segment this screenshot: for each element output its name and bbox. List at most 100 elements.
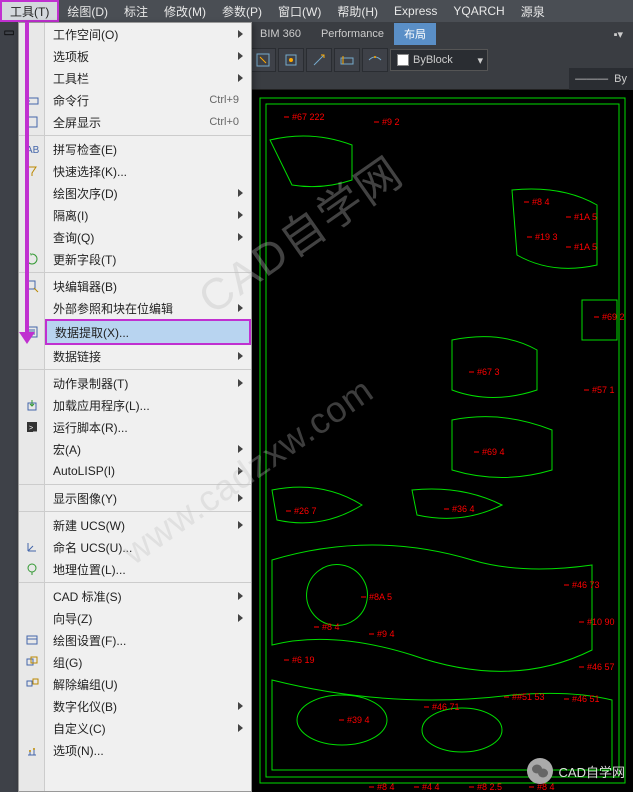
menu-item-label: 块编辑器(B) [53,278,117,295]
menu-item-label: 工作空间(O) [53,26,118,43]
byblock-label: ByBlock [413,54,453,66]
menu-item-icon [19,275,44,297]
menu-draw[interactable]: 绘图(D) [59,0,116,22]
menu-item[interactable]: 查询(Q) [45,226,251,248]
menu-item-label: 选项板 [53,48,89,65]
menu-item[interactable]: 动作录制器(T) [45,372,251,394]
menu-item-icon [19,460,44,482]
chevron-right-icon [238,304,243,312]
canvas-label: #39 4 [347,715,370,725]
menu-item-label: 全屏显示 [53,114,101,131]
menu-item[interactable]: 全屏显示Ctrl+0 [45,111,251,133]
menu-item-label: 运行脚本(R)... [53,419,128,436]
menu-item-icon [19,558,44,580]
menu-item[interactable]: 自定义(C) [45,717,251,739]
menu-item[interactable]: 快速选择(K)... [45,160,251,182]
menu-dimension[interactable]: 标注 [116,0,156,22]
menu-item[interactable]: 命名 UCS(U)... [45,536,251,558]
chevron-right-icon [238,352,243,360]
menu-item[interactable]: 地理位置(L)... [45,558,251,580]
menu-item[interactable]: 数据提取(X)... [45,319,251,345]
tools-dropdown: ABC>_ 工作空间(O)选项板工具栏命令行Ctrl+9全屏显示Ctrl+0拼写… [18,22,252,792]
menu-item-label: 向导(Z) [53,610,92,627]
menu-item[interactable]: 工作空间(O) [45,23,251,45]
canvas-label: #1A 5 [574,212,597,222]
menu-item-icon [19,160,44,182]
menu-item[interactable]: 数据链接 [45,345,251,367]
tab-layout[interactable]: 布局 [394,23,436,45]
menu-item-label: 动作录制器(T) [53,375,128,392]
menu-item[interactable]: 命令行Ctrl+9 [45,89,251,111]
color-byblock[interactable]: ByBlock ▾ [390,49,488,71]
menu-item-icon [19,514,44,536]
menu-item[interactable]: CAD 标准(S) [45,585,251,607]
menu-item[interactable]: 块编辑器(B) [45,275,251,297]
ribbon-btn-3[interactable] [306,48,332,72]
menu-item-icon [19,673,44,695]
menu-item[interactable]: 向导(Z) [45,607,251,629]
dropdown-items: 工作空间(O) 选项板工具栏命令行Ctrl+9全屏显示Ctrl+0 拼写检查(E) 快… [45,23,251,791]
menu-item[interactable]: 更新字段(T) [45,248,251,270]
menu-item[interactable]: 显示图像(Y) [45,487,251,509]
menu-item[interactable]: 数字化仪(B) [45,695,251,717]
tab-bim360[interactable]: BIM 360 [250,23,311,45]
menu-tools[interactable]: 工具(T) [0,0,59,22]
menu-item[interactable]: 工具栏 [45,67,251,89]
menu-item-label: AutoLISP(I) [53,464,115,478]
menu-item-label: 拼写检查(E) [53,141,117,158]
ribbon-btn-5[interactable] [362,48,388,72]
drawing-canvas[interactable]: #67 222#9 2#8 4#1A 5#19 3#1A 5#69 2#67 3… [252,90,633,792]
menu-item-icon [19,607,44,629]
menu-item-label: 命名 UCS(U)... [53,539,132,556]
menu-item[interactable]: 宏(A) [45,438,251,460]
menu-item[interactable]: 绘图次序(D) [45,182,251,204]
canvas-label: #19 3 [535,232,558,242]
menu-yuanquan[interactable]: 源泉 [513,0,553,22]
menu-item-icon [19,717,44,739]
tab-config-icon[interactable]: ▪▾ [604,23,633,45]
menu-item-label: CAD 标准(S) [53,588,122,605]
menu-express[interactable]: Express [386,0,445,22]
chevron-right-icon [238,521,243,529]
ribbon-btn-2[interactable] [278,48,304,72]
menu-item[interactable]: 组(G) [45,651,251,673]
menu-item[interactable]: 隔离(I) [45,204,251,226]
menu-item-label: 绘图设置(F)... [53,632,126,649]
menu-item-icon [19,23,44,45]
menu-item-label: 隔离(I) [53,207,88,224]
menu-yqarch[interactable]: YQARCH [445,0,512,22]
menu-item[interactable]: 运行脚本(R)... [45,416,251,438]
menu-item[interactable]: 拼写检查(E) [45,138,251,160]
tab-performance[interactable]: Performance [311,23,394,45]
menu-item-label: 加载应用程序(L)... [53,397,150,414]
menu-item-label: 选项(N)... [53,742,104,759]
menu-help[interactable]: 帮助(H) [329,0,386,22]
tool-icon-1[interactable]: ▭ [1,24,17,40]
menu-item[interactable]: 选项板 [45,45,251,67]
ribbon-btn-4[interactable] [334,48,360,72]
menu-item-label: 工具栏 [53,70,89,87]
menu-item[interactable]: AutoLISP(I) [45,460,251,482]
linetype-by[interactable]: ——— By [569,68,633,90]
menu-item-label: 命令行 [53,92,89,109]
menu-window[interactable]: 窗口(W) [270,0,329,22]
menu-item-label: 解除编组(U) [53,676,118,693]
chevron-right-icon [238,445,243,453]
menu-item[interactable]: 加载应用程序(L)... [45,394,251,416]
canvas-label: #8 4 [532,197,550,207]
menu-item-label: 自定义(C) [53,720,106,737]
menu-item-label: 组(G) [53,654,82,671]
menu-item-icon [19,89,44,111]
menu-modify[interactable]: 修改(M) [156,0,214,22]
menu-item[interactable]: 绘图设置(F)... [45,629,251,651]
menu-item[interactable]: 新建 UCS(W) [45,514,251,536]
menu-item[interactable]: 解除编组(U) [45,673,251,695]
menu-item-icon [19,204,44,226]
menu-item[interactable]: 选项(N)... [45,739,251,761]
canvas-label: #8 4 [322,622,340,632]
menu-item[interactable]: 外部参照和块在位编辑 [45,297,251,319]
menu-item-icon [19,739,44,761]
menu-parametric[interactable]: 参数(P) [214,0,270,22]
ribbon-btn-1[interactable] [250,48,276,72]
menu-item-label: 数字化仪(B) [53,698,117,715]
